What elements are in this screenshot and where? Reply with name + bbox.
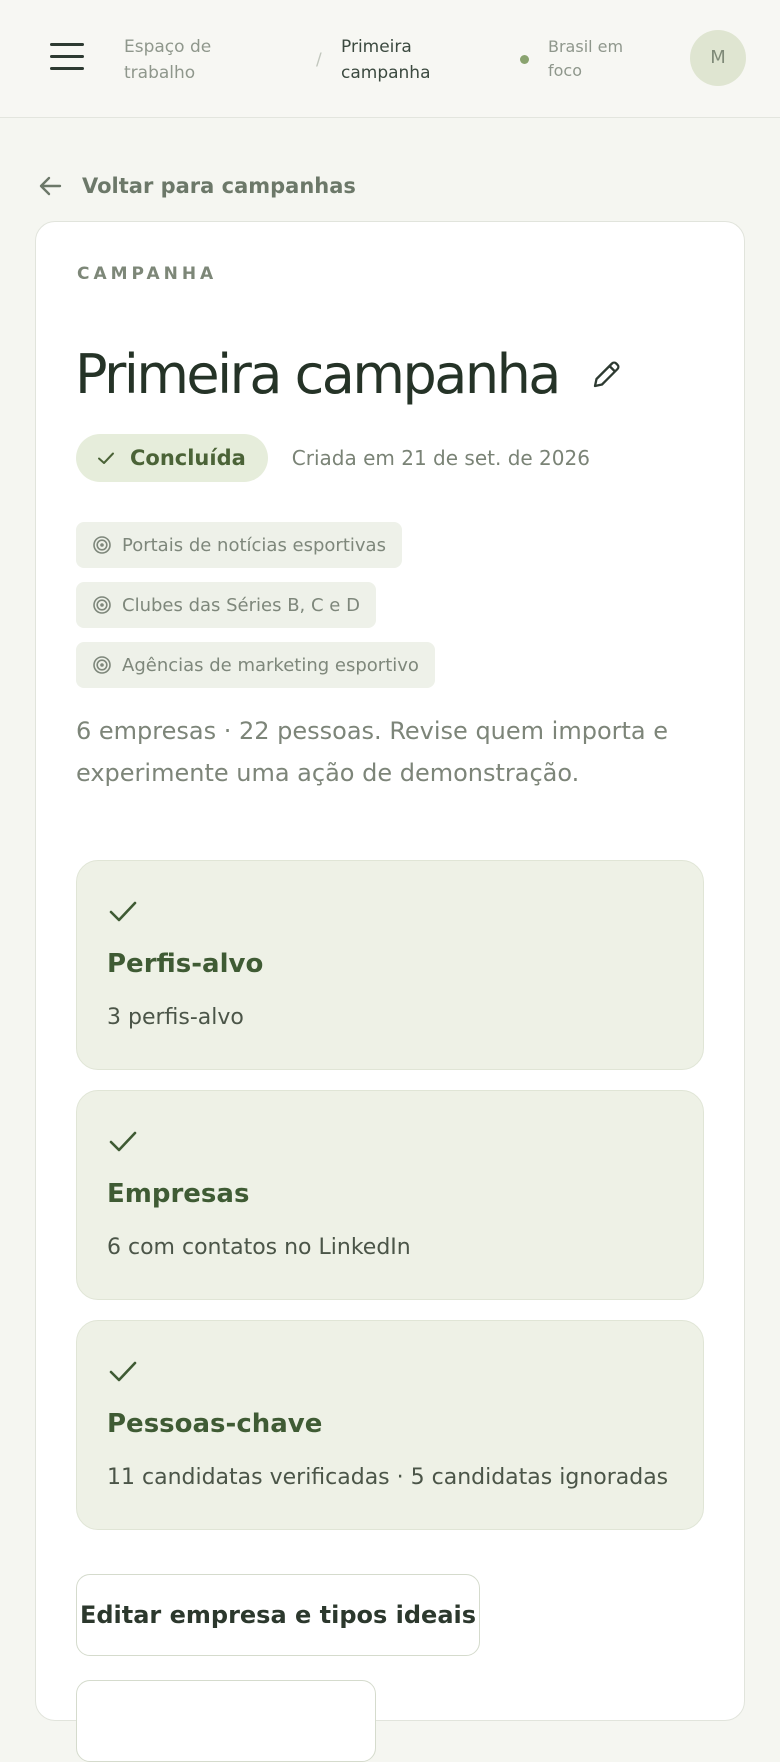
- campaign-summary: 6 empresas · 22 pessoas. Revise quem imp…: [76, 717, 669, 787]
- step-title: Perfis-alvo: [107, 949, 264, 979]
- secondary-action-button[interactable]: [76, 1680, 376, 1762]
- back-link-label: Voltar para campanhas: [82, 174, 356, 198]
- top-bar: Espaço de trabalho / Primeira campanha B…: [0, 0, 780, 118]
- step-description: 6 com contatos no LinkedIn: [107, 1235, 411, 1260]
- target-icon: [93, 656, 111, 674]
- campaign-card: CAMPANHA Primeira campanha Concluída Cri…: [35, 221, 745, 1762]
- avatar[interactable]: M: [690, 30, 746, 86]
- target-icon: [93, 536, 111, 554]
- step-key-people[interactable]: Pessoas-chave 11 candidatas verificadas …: [76, 1320, 704, 1530]
- status-row: Concluída Criada em 21 de set. de 2026: [76, 434, 590, 482]
- chip-label: Agências de marketing esportivo: [122, 654, 419, 676]
- target-profile-chip: Portais de notícias esportivas: [76, 522, 402, 568]
- target-profile-chips: Portais de notícias esportivas Clubes da…: [76, 522, 435, 702]
- back-to-campaigns-link[interactable]: Voltar para campanhas: [36, 170, 356, 202]
- chip-label: Portais de notícias esportivas: [122, 534, 386, 556]
- step-title: Empresas: [107, 1179, 250, 1209]
- title-row: Primeira campanha: [75, 342, 625, 408]
- step-companies[interactable]: Empresas 6 com contatos no LinkedIn: [76, 1090, 704, 1300]
- arrow-left-icon: [39, 176, 62, 196]
- status-label: Concluída: [130, 446, 246, 470]
- target-icon: [93, 596, 111, 614]
- step-target-profiles[interactable]: Perfis-alvo 3 perfis-alvo: [76, 860, 704, 1070]
- check-icon: [109, 1131, 137, 1152]
- progress-steps: Perfis-alvo 3 perfis-alvo Empresas 6 com…: [76, 860, 704, 1550]
- created-date: Criada em 21 de set. de 2026: [291, 446, 590, 470]
- check-icon: [98, 452, 114, 464]
- workspace-name[interactable]: Brasil em foco: [548, 35, 648, 83]
- breadcrumb-current: Primeira campanha: [341, 37, 431, 83]
- target-profile-chip: Clubes das Séries B, C e D: [76, 582, 376, 628]
- hamburger-menu-icon[interactable]: [50, 42, 84, 72]
- step-description: 3 perfis-alvo: [107, 1005, 244, 1030]
- breadcrumb-separator: /: [316, 50, 322, 70]
- breadcrumb-workspace[interactable]: Espaço de trabalho: [124, 34, 264, 86]
- page-title: Primeira campanha: [75, 343, 561, 406]
- check-icon: [109, 1361, 137, 1382]
- status-badge: Concluída: [76, 434, 268, 482]
- chip-label: Clubes das Séries B, C e D: [122, 594, 360, 616]
- step-title: Pessoas-chave: [107, 1409, 323, 1439]
- pencil-icon[interactable]: [587, 356, 625, 394]
- section-eyebrow: CAMPANHA: [77, 264, 218, 284]
- target-profile-chip: Agências de marketing esportivo: [76, 642, 435, 688]
- check-icon: [109, 901, 137, 922]
- workspace-status-dot: [520, 55, 529, 64]
- edit-company-and-ideal-types-button[interactable]: Editar empresa e tipos ideais: [76, 1574, 480, 1656]
- step-description: 11 candidatas verificadas · 5 candidatas…: [107, 1465, 669, 1490]
